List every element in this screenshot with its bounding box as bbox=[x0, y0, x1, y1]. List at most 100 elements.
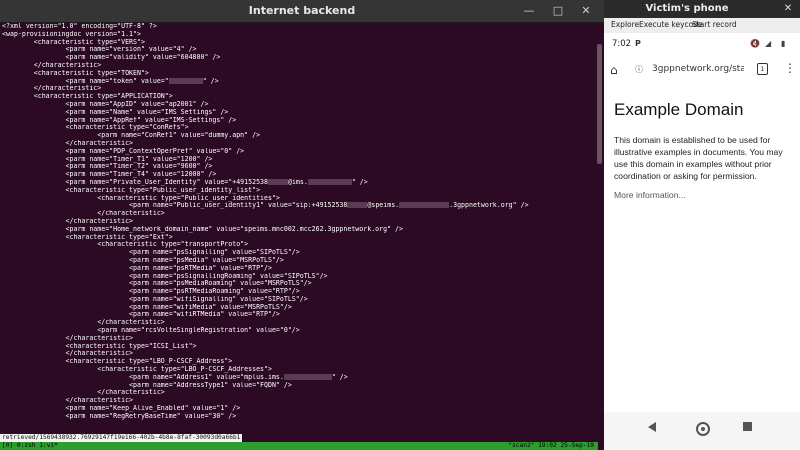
terminal-line: <characteristic type="ICSI_List"> bbox=[2, 343, 598, 351]
terminal-text: @ims. bbox=[287, 178, 308, 186]
tmux-status-bar: [0] 0:zsh 1:vi* "scan2" 19:02 25-Sep-19 bbox=[0, 442, 598, 450]
maximize-icon[interactable]: □ bbox=[551, 4, 565, 18]
redacted-block bbox=[267, 178, 288, 185]
terminal-text: <parm name="wifiRTMedia" value="RTP"/> bbox=[2, 311, 280, 319]
terminal-line: <wap-provisioningdoc version="1.1"> bbox=[2, 31, 598, 39]
terminal-line: <characteristic type="LBO_P-CSCF_Address… bbox=[2, 366, 598, 374]
tab-count-button[interactable]: 1 bbox=[757, 63, 768, 75]
terminal-text: </characteristic> bbox=[2, 85, 102, 93]
menu-start-record[interactable]: Start record bbox=[692, 20, 737, 29]
terminal-line: <parm name="Timer_T2" value="9600" /> bbox=[2, 163, 598, 171]
terminal-line: <parm name="Timer_T1" value="1200" /> bbox=[2, 156, 598, 164]
terminal-line: <parm name="RegRetryBaseTime" value="30"… bbox=[2, 413, 598, 421]
back-icon[interactable] bbox=[648, 422, 656, 432]
terminal-line: <characteristic type="TOKEN"> bbox=[2, 70, 598, 78]
terminal-text: " /> bbox=[351, 178, 368, 186]
terminal-text: </characteristic> bbox=[2, 139, 134, 147]
terminal-text: <characteristic type="LBO_P-CSCF_Address… bbox=[2, 366, 272, 374]
more-options-icon[interactable]: ⋮ bbox=[784, 61, 796, 75]
terminal-text: <parm name="AppRef" value="IMS-Settings"… bbox=[2, 116, 237, 124]
terminal-line: <parm name="Home_network_domain_name" va… bbox=[2, 226, 598, 234]
terminal-text: <parm name="PDP_ContextOperPref" value="… bbox=[2, 147, 245, 155]
terminal-line: <parm name="validity" value="604800" /> bbox=[2, 54, 598, 62]
terminal-text: <parm name="rcsVolteSingleRegistration" … bbox=[2, 327, 300, 335]
phone-menubar: Explore Execute keycode Start record bbox=[604, 18, 800, 34]
browser-toolbar: ⌂ ⓘ 3gppnetwork.org/static 1 ⋮ bbox=[604, 55, 800, 85]
terminal-line: <parm name="psRTMedia" value="RTP"/> bbox=[2, 265, 598, 273]
terminal-line: <parm name="PDP_ContextOperPref" value="… bbox=[2, 148, 598, 156]
terminal-text: <characteristic type="ConRefs"> bbox=[2, 124, 189, 132]
terminal-output[interactable]: <?xml version="1.0" encoding="UTF-8" ?> <… bbox=[2, 23, 598, 435]
terminal-line: </characteristic> bbox=[2, 210, 598, 218]
terminal-text: <parm name="Timer_T4" value="12000" /> bbox=[2, 171, 217, 179]
terminal-line: <parm name="Private_User_Identity" value… bbox=[2, 178, 598, 187]
terminal-text: </characteristic> bbox=[2, 350, 134, 358]
terminal-line: <parm name="Public_user_identity1" value… bbox=[2, 202, 598, 210]
terminal-text: </characteristic> bbox=[2, 319, 165, 327]
terminal-line: </characteristic> bbox=[2, 218, 598, 226]
terminal-line: <parm name="Address1" value="mplus.ims. "… bbox=[2, 373, 598, 382]
terminal-scrollbar[interactable] bbox=[597, 24, 602, 434]
terminal-line: <characteristic type="transportProto"> bbox=[2, 241, 598, 249]
status-time: 7:02 bbox=[612, 39, 632, 49]
terminal-line: <parm name="Keep_Alive_Enabled" value="1… bbox=[2, 405, 598, 413]
terminal-line: <parm name="wifiRTMedia" value="RTP"/> bbox=[2, 311, 598, 319]
terminal-text: <?xml version="1.0" encoding="UTF-8" ?> bbox=[2, 23, 157, 30]
terminal-line: </characteristic> bbox=[2, 350, 598, 358]
terminal-line: </characteristic> bbox=[2, 62, 598, 70]
terminal-text: <parm name="psSignallingRoaming" value="… bbox=[2, 272, 328, 280]
terminal-line: <parm name="psMedia" value="MSRPoTLS"/> bbox=[2, 257, 598, 265]
address-bar[interactable]: 3gppnetwork.org/static bbox=[652, 64, 744, 74]
home-button-icon[interactable] bbox=[696, 422, 710, 436]
terminal-line: <parm name="ConRef1" value="dummy.apn" /… bbox=[2, 132, 598, 140]
terminal-line: <parm name="Timer_T4" value="12000" /> bbox=[2, 171, 598, 179]
no-signal-icon: ◢ bbox=[765, 39, 772, 48]
redacted-block bbox=[347, 202, 368, 209]
redacted-block bbox=[307, 178, 352, 185]
terminal-text: <characteristic type="Ext"> bbox=[2, 233, 173, 241]
menu-explore[interactable]: Explore bbox=[611, 20, 639, 29]
terminal-line: <parm name="AppID" value="ap2001" /> bbox=[2, 101, 598, 109]
terminal-text: <parm name="Timer_T1" value="1200" /> bbox=[2, 155, 213, 163]
terminal-text: <characteristic type="TOKEN"> bbox=[2, 69, 149, 77]
terminal-text: <parm name="Keep_Alive_Enabled" value="1… bbox=[2, 405, 241, 413]
terminal-line: <parm name="token" value=" " /> bbox=[2, 77, 598, 86]
home-icon[interactable]: ⌂ bbox=[610, 63, 618, 77]
recents-icon[interactable] bbox=[743, 422, 752, 431]
terminal-text: <parm name="RegRetryBaseTime" value="30"… bbox=[2, 412, 237, 420]
retrieved-status: retrieved/1569438932.76929147f19e166-402… bbox=[0, 434, 243, 442]
android-status-bar: 7:02 P 🔇 ◢ ▮ bbox=[604, 33, 800, 55]
terminal-line: </characteristic> bbox=[2, 319, 598, 327]
terminal-line: <parm name="AppRef" value="IMS-Settings"… bbox=[2, 117, 598, 125]
minimize-icon[interactable]: — bbox=[522, 4, 536, 18]
terminal-line: </characteristic> bbox=[2, 140, 598, 148]
close-icon[interactable]: ✕ bbox=[579, 4, 593, 18]
terminal-text: <parm name="Private_User_Identity" value… bbox=[2, 178, 268, 186]
status-p-icon: P bbox=[635, 39, 641, 48]
terminal-line: <parm name="AddressType1" value="FQDN" /… bbox=[2, 382, 598, 390]
terminal-line: <parm name="version" value="4" /> bbox=[2, 46, 598, 54]
terminal-text: <characteristic type="LBO_P-CSCF_Address… bbox=[2, 358, 233, 366]
terminal-text: <parm name="psRTMediaRoaming" value="RTP… bbox=[2, 288, 300, 296]
more-information-link[interactable]: More information... bbox=[614, 190, 794, 200]
terminal-text: <parm name="validity" value="604800" /> bbox=[2, 54, 221, 62]
info-icon[interactable]: ⓘ bbox=[635, 64, 643, 75]
terminal-text: <parm name="wifiMedia" value="MSRPoTLS"/… bbox=[2, 303, 292, 311]
phone-titlebar: Victim's phone ✕ bbox=[604, 0, 800, 18]
terminal-line: <parm name="psMediaRoaming" value="MSRPo… bbox=[2, 280, 598, 288]
android-nav-bar bbox=[604, 412, 800, 450]
close-icon[interactable]: ✕ bbox=[781, 2, 795, 16]
scroll-thumb[interactable] bbox=[597, 44, 602, 164]
terminal-text: <parm name="psRTMedia" value="RTP"/> bbox=[2, 264, 272, 272]
terminal-text: <parm name="wifiSignalling" value="SIPoT… bbox=[2, 295, 308, 303]
terminal-text: <parm name="psSignalling" value="SIPoTLS… bbox=[2, 249, 300, 257]
page-paragraph: This domain is established to be used fo… bbox=[614, 135, 783, 181]
phone-window-title: Victim's phone bbox=[645, 3, 729, 14]
terminal-line: </characteristic> bbox=[2, 335, 598, 343]
tmux-clock: "scan2" 19:02 25-Sep-19 bbox=[508, 442, 594, 449]
terminal-line: <parm name="rcsVolteSingleRegistration" … bbox=[2, 327, 598, 335]
terminal-text: <parm name="psMediaRoaming" value="MSRPo… bbox=[2, 280, 312, 288]
terminal-text: <characteristic type="APPLICATION"> bbox=[2, 93, 173, 101]
terminal-line: <characteristic type="Ext"> bbox=[2, 234, 598, 242]
terminal-line: <characteristic type="LBO_P-CSCF_Address… bbox=[2, 358, 598, 366]
